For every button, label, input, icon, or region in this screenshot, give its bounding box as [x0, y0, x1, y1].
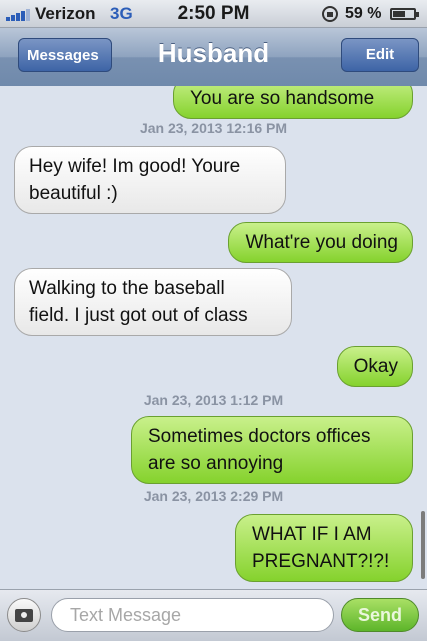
message-timestamp: Jan 23, 2013 1:12 PM: [143, 392, 284, 408]
message-input[interactable]: [51, 598, 334, 632]
message-timestamp: Jan 23, 2013 12:16 PM: [139, 120, 288, 136]
send-button[interactable]: Send: [341, 598, 419, 632]
message-bubble-sent: WHAT IF I AM PREGNANT?!?!: [235, 514, 413, 582]
message-bubble-received: Walking to the baseball field. I just go…: [14, 268, 292, 336]
scroll-indicator[interactable]: [421, 511, 425, 579]
message-bubble-sent: Okay: [336, 346, 413, 387]
message-bubble-sent: You are so handsome: [173, 86, 413, 119]
battery-percent: 59 %: [345, 5, 382, 22]
message-text-line: Hey wife! Im good! Youre: [29, 156, 241, 177]
message-text-line: are so annoying: [148, 453, 284, 474]
message-bubble-sent: What're you doing: [228, 222, 413, 263]
message-text-line: Walking to the baseball: [29, 278, 225, 299]
compose-bar: Send: [0, 589, 427, 641]
message-bubble-received: Hey wife! Im good! Youre beautiful :): [14, 146, 286, 214]
message-text: Okay: [353, 356, 398, 377]
navigation-bar: Messages Husband Edit: [0, 28, 427, 87]
camera-lens: [20, 611, 28, 619]
orientation-lock-icon: [322, 6, 338, 22]
message-text-line: PREGNANT?!?!: [252, 551, 390, 572]
message-text-line: Sometimes doctors offices: [148, 426, 371, 447]
message-text: What're you doing: [245, 232, 398, 253]
edit-button[interactable]: Edit: [341, 38, 419, 72]
message-bubble-sent: Sometimes doctors offices are so annoyin…: [131, 416, 413, 484]
camera-button[interactable]: [7, 598, 41, 632]
battery-icon: [390, 8, 419, 20]
status-bar: Verizon 3G 2:50 PM 59 %: [0, 0, 427, 28]
message-text: You are so handsome: [190, 88, 375, 109]
message-timestamp: Jan 23, 2013 2:29 PM: [143, 488, 284, 504]
message-text-line: beautiful :): [29, 183, 118, 204]
message-thread[interactable]: You are so handsome Jan 23, 2013 12:16 P…: [0, 86, 427, 589]
message-text-line: WHAT IF I AM: [252, 524, 372, 545]
message-text-line: field. I just got out of class: [29, 305, 248, 326]
